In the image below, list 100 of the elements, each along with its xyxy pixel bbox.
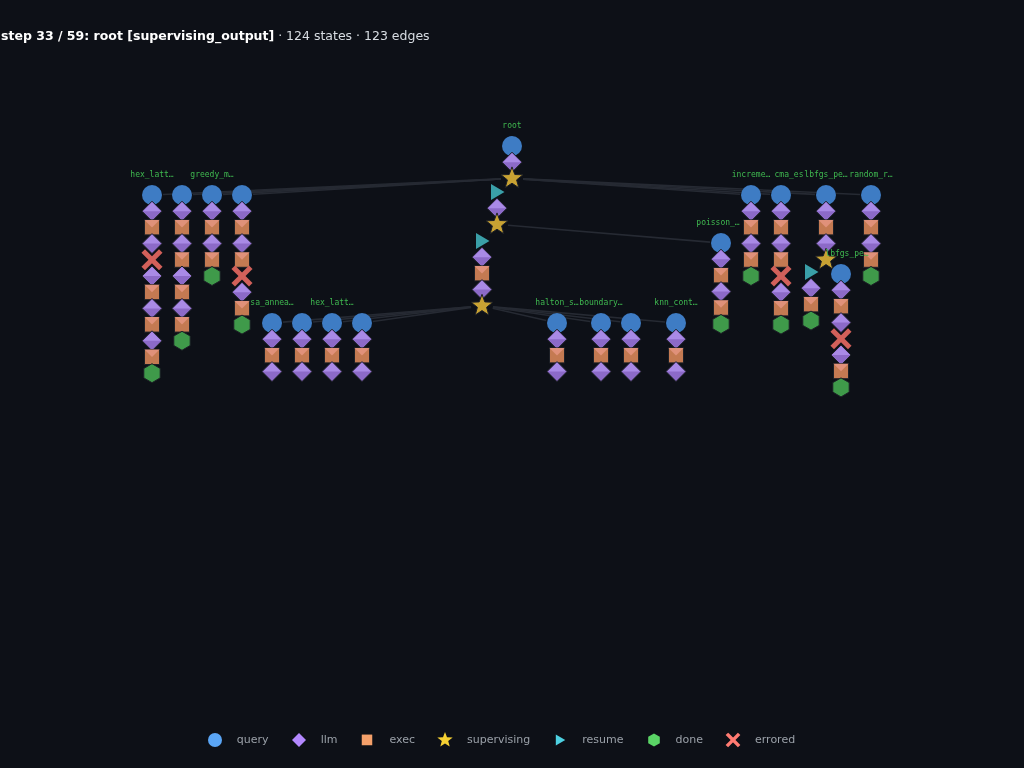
square-node[interactable] — [773, 251, 789, 268]
node-label: boundary… — [579, 298, 623, 307]
diamond-node[interactable] — [590, 361, 612, 383]
star-node[interactable] — [485, 212, 509, 235]
square-node[interactable] — [174, 316, 190, 333]
circle-node[interactable] — [547, 313, 567, 333]
square-node[interactable] — [623, 347, 639, 364]
circle-node[interactable] — [322, 313, 342, 333]
square-node[interactable] — [803, 296, 819, 313]
square-node[interactable] — [818, 219, 834, 236]
square-node[interactable] — [549, 347, 565, 364]
cross-node[interactable] — [142, 250, 162, 270]
square-node[interactable] — [294, 347, 310, 364]
square-node[interactable] — [234, 300, 250, 317]
square-node[interactable] — [773, 219, 789, 236]
circle-node[interactable] — [861, 185, 881, 205]
square-node[interactable] — [144, 316, 160, 333]
circle-node[interactable] — [711, 233, 731, 253]
circle-node[interactable] — [352, 313, 372, 333]
circle-node[interactable] — [771, 185, 791, 205]
square-node[interactable] — [144, 284, 160, 301]
cross-node[interactable] — [831, 329, 851, 349]
square-node[interactable] — [264, 347, 280, 364]
circle-node[interactable] — [666, 313, 686, 333]
cross-node[interactable] — [232, 266, 252, 286]
diamond-node[interactable] — [486, 197, 508, 219]
circle-node[interactable] — [202, 185, 222, 205]
square-node[interactable] — [204, 251, 220, 268]
circle-node[interactable] — [591, 313, 611, 333]
square-node[interactable] — [234, 219, 250, 236]
square-node[interactable] — [174, 284, 190, 301]
star-icon[interactable] — [437, 732, 453, 748]
diamond-node[interactable] — [665, 361, 687, 383]
star-node[interactable] — [470, 293, 494, 316]
circle-node[interactable] — [262, 313, 282, 333]
diamond-node[interactable] — [141, 233, 163, 255]
legend-label[interactable]: llm — [320, 731, 338, 749]
hexagon-icon[interactable] — [645, 732, 662, 748]
circle-node[interactable] — [232, 185, 252, 205]
diamond-node[interactable] — [321, 361, 343, 383]
hexagon-node[interactable] — [233, 314, 251, 335]
square-node[interactable] — [773, 300, 789, 317]
diamond-node[interactable] — [471, 279, 493, 301]
star-node[interactable] — [500, 166, 524, 189]
square-node[interactable] — [234, 251, 250, 268]
hexagon-node[interactable] — [802, 310, 820, 331]
circle-node[interactable] — [741, 185, 761, 205]
square-node[interactable] — [743, 219, 759, 236]
legend-label[interactable]: resume — [582, 731, 624, 749]
circle-node[interactable] — [292, 313, 312, 333]
square-node[interactable] — [174, 219, 190, 236]
circle-node[interactable] — [172, 185, 192, 205]
square-node[interactable] — [354, 347, 370, 364]
hexagon-node[interactable] — [862, 266, 880, 286]
diamond-node[interactable] — [351, 361, 373, 383]
diamond-node[interactable] — [546, 361, 568, 383]
triangle-node[interactable] — [805, 264, 819, 280]
hexagon-node[interactable] — [143, 363, 161, 384]
square-node[interactable] — [668, 347, 684, 364]
square-node[interactable] — [593, 347, 609, 364]
square-node[interactable] — [324, 347, 340, 364]
hexagon-node[interactable] — [772, 314, 790, 335]
legend-label[interactable]: exec — [389, 731, 415, 749]
hexagon-node[interactable] — [832, 377, 850, 398]
diamond-node[interactable] — [620, 361, 642, 383]
square-node[interactable] — [713, 299, 729, 316]
legend-label[interactable]: supervising — [467, 731, 531, 749]
cross-icon[interactable] — [725, 732, 741, 748]
square-node[interactable] — [743, 251, 759, 268]
hexagon-node[interactable] — [712, 314, 730, 334]
cross-node[interactable] — [771, 266, 791, 286]
circle-node[interactable] — [502, 136, 522, 156]
square-node[interactable] — [174, 251, 190, 268]
square-node[interactable] — [474, 265, 490, 282]
legend-label[interactable]: errored — [755, 731, 796, 749]
circle-node[interactable] — [816, 185, 836, 205]
legend-label[interactable]: query — [236, 731, 269, 749]
diamond-node[interactable] — [501, 151, 523, 173]
square-node[interactable] — [144, 349, 160, 365]
diamond-icon[interactable] — [290, 732, 307, 748]
square-node[interactable] — [863, 219, 879, 236]
triangle-node[interactable] — [476, 233, 490, 249]
hexagon-node[interactable] — [173, 330, 191, 351]
diamond-node[interactable] — [830, 312, 852, 334]
node-label: knn_cont… — [654, 298, 698, 307]
diamond-node[interactable] — [261, 361, 283, 383]
legend-label[interactable]: done — [675, 731, 703, 749]
circle-icon[interactable] — [206, 732, 223, 748]
hexagon-node[interactable] — [742, 266, 760, 286]
diamond-node[interactable] — [291, 361, 313, 383]
circle-node[interactable] — [621, 313, 641, 333]
square-node[interactable] — [833, 298, 849, 315]
hexagon-node[interactable] — [203, 266, 221, 286]
triangle-node[interactable] — [491, 184, 505, 200]
square-node[interactable] — [833, 363, 849, 380]
square-node[interactable] — [713, 267, 729, 284]
square-node[interactable] — [144, 219, 160, 236]
circle-node[interactable] — [142, 185, 162, 205]
square-node[interactable] — [204, 219, 220, 236]
circle-node[interactable] — [831, 264, 851, 284]
